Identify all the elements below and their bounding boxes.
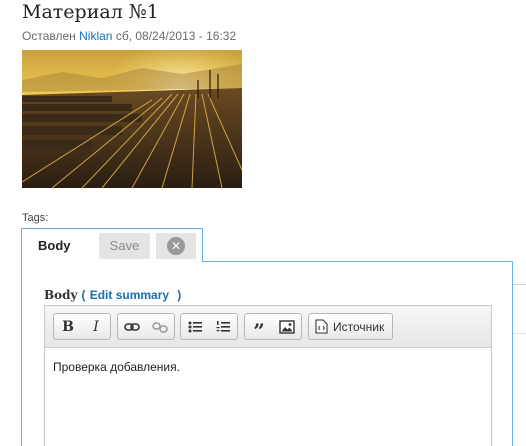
close-paren: ): [177, 288, 182, 302]
divider-line: [513, 333, 526, 334]
bulleted-list-button[interactable]: [181, 314, 209, 339]
editor-toolbar: B I ” Источник: [45, 306, 491, 348]
source-label: Источник: [333, 319, 385, 334]
unlink-icon: [152, 321, 168, 333]
submitted-date: сб, 08/24/2013 - 16:32: [115, 29, 237, 43]
numbered-list-button[interactable]: [209, 314, 237, 339]
toolbar-group-basic: B I: [53, 313, 111, 340]
image-button[interactable]: [273, 314, 301, 339]
save-button[interactable]: Save: [99, 233, 150, 259]
image-icon: [279, 319, 295, 334]
blockquote-icon: ”: [253, 318, 265, 343]
numbered-list-icon: [216, 320, 230, 332]
italic-button[interactable]: I: [82, 314, 110, 339]
railway-photo: [22, 50, 242, 188]
source-icon: [315, 319, 328, 334]
field-label-text: Body: [44, 288, 78, 302]
bulleted-list-icon: [188, 321, 202, 332]
divider-line: [513, 284, 526, 285]
toolbar-group-source: Источник: [308, 313, 394, 340]
editor-paragraph[interactable]: Проверка добавления.: [53, 360, 180, 374]
tab-body[interactable]: Body: [38, 238, 71, 253]
tags-label: Tags:: [22, 212, 49, 224]
field-label: Body( Edit summary ): [44, 288, 181, 302]
source-button[interactable]: Источник: [309, 314, 392, 339]
link-button[interactable]: [118, 314, 146, 339]
close-icon: ✕: [167, 237, 185, 255]
toolbar-group-lists: [180, 313, 238, 340]
toolbar-group-link: [117, 313, 175, 340]
edit-summary-link[interactable]: Edit summary: [90, 288, 169, 302]
toolbar-group-insert: ”: [244, 313, 302, 343]
node-title: Материал №1: [22, 1, 159, 23]
unlink-button[interactable]: [146, 314, 174, 339]
edit-tab-bar: Body Save ✕: [21, 228, 203, 262]
close-button[interactable]: ✕: [156, 233, 196, 259]
bold-button[interactable]: B: [54, 314, 82, 339]
submitted-prefix: Оставлен: [22, 29, 76, 43]
editor-content[interactable]: Проверка добавления.: [53, 360, 180, 374]
blockquote-button[interactable]: ”: [245, 314, 273, 343]
editor-panel: Body( Edit summary ) B I ” Источник Пров…: [21, 261, 513, 446]
author-link[interactable]: Niklan: [79, 29, 112, 43]
open-paren: (: [81, 288, 86, 302]
rich-text-editor: B I ” Источник Проверка добавления.: [44, 305, 492, 446]
submitted-info: Оставлен Niklan сб, 08/24/2013 - 16:32: [22, 29, 236, 43]
link-icon: [124, 322, 140, 331]
